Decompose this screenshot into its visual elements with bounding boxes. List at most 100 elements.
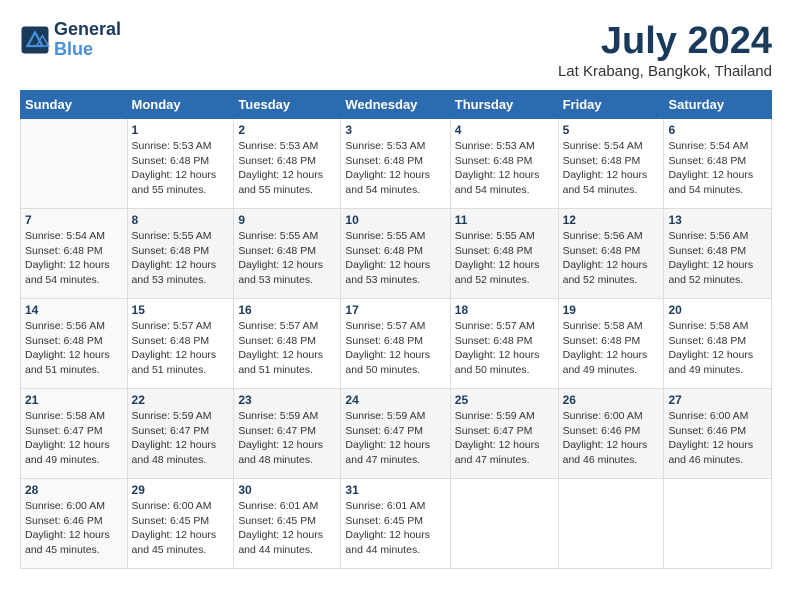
day-info: Sunrise: 5:57 AM Sunset: 6:48 PM Dayligh… <box>132 319 230 378</box>
day-number: 10 <box>345 213 445 227</box>
weekday-header: Monday <box>127 91 234 119</box>
day-info: Sunrise: 5:57 AM Sunset: 6:48 PM Dayligh… <box>345 319 445 378</box>
day-number: 14 <box>25 303 123 317</box>
day-info: Sunrise: 5:58 AM Sunset: 6:48 PM Dayligh… <box>668 319 767 378</box>
day-number: 13 <box>668 213 767 227</box>
calendar-cell: 19 Sunrise: 5:58 AM Sunset: 6:48 PM Dayli… <box>558 299 664 389</box>
day-number: 4 <box>455 123 554 137</box>
day-number: 12 <box>563 213 660 227</box>
day-info: Sunrise: 5:53 AM Sunset: 6:48 PM Dayligh… <box>455 139 554 198</box>
day-number: 28 <box>25 483 123 497</box>
day-number: 15 <box>132 303 230 317</box>
day-number: 6 <box>668 123 767 137</box>
calendar-cell: 21 Sunrise: 5:58 AM Sunset: 6:47 PM Dayli… <box>21 389 128 479</box>
calendar-cell <box>21 119 128 209</box>
calendar-cell <box>664 479 772 569</box>
day-number: 27 <box>668 393 767 407</box>
day-number: 9 <box>238 213 336 227</box>
calendar-cell: 24 Sunrise: 5:59 AM Sunset: 6:47 PM Dayli… <box>341 389 450 479</box>
day-number: 30 <box>238 483 336 497</box>
day-info: Sunrise: 5:59 AM Sunset: 6:47 PM Dayligh… <box>132 409 230 468</box>
calendar-cell: 12 Sunrise: 5:56 AM Sunset: 6:48 PM Dayli… <box>558 209 664 299</box>
calendar-cell: 29 Sunrise: 6:00 AM Sunset: 6:45 PM Dayli… <box>127 479 234 569</box>
weekday-header: Friday <box>558 91 664 119</box>
title-block: July 2024 Lat Krabang, Bangkok, Thailand <box>558 20 772 80</box>
day-info: Sunrise: 6:01 AM Sunset: 6:45 PM Dayligh… <box>238 499 336 558</box>
day-info: Sunrise: 5:58 AM Sunset: 6:47 PM Dayligh… <box>25 409 123 468</box>
calendar-cell: 2Sunrise: 5:53 AM Sunset: 6:48 PM Daylig… <box>234 119 341 209</box>
day-number: 20 <box>668 303 767 317</box>
day-number: 1 <box>132 123 230 137</box>
calendar-table: SundayMondayTuesdayWednesdayThursdayFrid… <box>20 90 772 569</box>
calendar-cell: 3 Sunrise: 5:53 AM Sunset: 6:48 PM Daylig… <box>341 119 450 209</box>
day-info: Sunrise: 6:00 AM Sunset: 6:45 PM Dayligh… <box>132 499 230 558</box>
day-info: Sunrise: 5:56 AM Sunset: 6:48 PM Dayligh… <box>668 229 767 288</box>
calendar-week-row: 21 Sunrise: 5:58 AM Sunset: 6:47 PM Dayli… <box>21 389 772 479</box>
calendar-cell: 9Sunrise: 5:55 AM Sunset: 6:48 PM Daylig… <box>234 209 341 299</box>
calendar-cell: 5Sunrise: 5:54 AM Sunset: 6:48 PM Daylig… <box>558 119 664 209</box>
day-info: Sunrise: 5:53 AM Sunset: 6:48 PM Dayligh… <box>132 139 230 198</box>
calendar-cell: 8 Sunrise: 5:55 AM Sunset: 6:48 PM Daylig… <box>127 209 234 299</box>
day-info: Sunrise: 5:54 AM Sunset: 6:48 PM Dayligh… <box>25 229 123 288</box>
day-number: 5 <box>563 123 660 137</box>
calendar-cell: 11 Sunrise: 5:55 AM Sunset: 6:48 PM Dayli… <box>450 209 558 299</box>
calendar-cell: 15 Sunrise: 5:57 AM Sunset: 6:48 PM Dayli… <box>127 299 234 389</box>
day-info: Sunrise: 5:59 AM Sunset: 6:47 PM Dayligh… <box>345 409 445 468</box>
day-number: 23 <box>238 393 336 407</box>
logo-icon <box>20 25 50 55</box>
calendar-cell: 25 Sunrise: 5:59 AM Sunset: 6:47 PM Dayli… <box>450 389 558 479</box>
calendar-cell: 16 Sunrise: 5:57 AM Sunset: 6:48 PM Dayli… <box>234 299 341 389</box>
day-number: 11 <box>455 213 554 227</box>
day-number: 18 <box>455 303 554 317</box>
day-info: Sunrise: 5:55 AM Sunset: 6:48 PM Dayligh… <box>132 229 230 288</box>
weekday-header: Sunday <box>21 91 128 119</box>
day-info: Sunrise: 5:56 AM Sunset: 6:48 PM Dayligh… <box>563 229 660 288</box>
calendar-cell: 20 Sunrise: 5:58 AM Sunset: 6:48 PM Dayli… <box>664 299 772 389</box>
day-info: Sunrise: 5:53 AM Sunset: 6:48 PM Dayligh… <box>345 139 445 198</box>
day-number: 3 <box>345 123 445 137</box>
day-number: 26 <box>563 393 660 407</box>
month-title: July 2024 <box>558 20 772 63</box>
calendar-cell: 26 Sunrise: 6:00 AM Sunset: 6:46 PM Dayli… <box>558 389 664 479</box>
calendar-cell: 27 Sunrise: 6:00 AM Sunset: 6:46 PM Dayli… <box>664 389 772 479</box>
calendar-cell <box>450 479 558 569</box>
day-info: Sunrise: 6:00 AM Sunset: 6:46 PM Dayligh… <box>668 409 767 468</box>
weekday-header: Thursday <box>450 91 558 119</box>
day-info: Sunrise: 5:58 AM Sunset: 6:48 PM Dayligh… <box>563 319 660 378</box>
day-number: 19 <box>563 303 660 317</box>
calendar-cell: 7 Sunrise: 5:54 AM Sunset: 6:48 PM Daylig… <box>21 209 128 299</box>
day-number: 7 <box>25 213 123 227</box>
day-number: 17 <box>345 303 445 317</box>
calendar-cell: 10Sunrise: 5:55 AM Sunset: 6:48 PM Dayli… <box>341 209 450 299</box>
calendar-cell: 30 Sunrise: 6:01 AM Sunset: 6:45 PM Dayli… <box>234 479 341 569</box>
day-number: 31 <box>345 483 445 497</box>
day-number: 29 <box>132 483 230 497</box>
calendar-cell: 17 Sunrise: 5:57 AM Sunset: 6:48 PM Dayli… <box>341 299 450 389</box>
day-number: 21 <box>25 393 123 407</box>
day-info: Sunrise: 5:57 AM Sunset: 6:48 PM Dayligh… <box>238 319 336 378</box>
day-number: 8 <box>132 213 230 227</box>
weekday-header: Wednesday <box>341 91 450 119</box>
calendar-cell: 31Sunrise: 6:01 AM Sunset: 6:45 PM Dayli… <box>341 479 450 569</box>
location: Lat Krabang, Bangkok, Thailand <box>558 63 772 80</box>
day-info: Sunrise: 5:55 AM Sunset: 6:48 PM Dayligh… <box>455 229 554 288</box>
calendar-cell: 13 Sunrise: 5:56 AM Sunset: 6:48 PM Dayli… <box>664 209 772 299</box>
logo-text: GeneralBlue <box>54 20 121 60</box>
header-row: SundayMondayTuesdayWednesdayThursdayFrid… <box>21 91 772 119</box>
calendar-cell: 6Sunrise: 5:54 AM Sunset: 6:48 PM Daylig… <box>664 119 772 209</box>
weekday-header: Saturday <box>664 91 772 119</box>
day-number: 25 <box>455 393 554 407</box>
day-number: 16 <box>238 303 336 317</box>
calendar-cell: 18 Sunrise: 5:57 AM Sunset: 6:48 PM Dayli… <box>450 299 558 389</box>
day-info: Sunrise: 6:00 AM Sunset: 6:46 PM Dayligh… <box>25 499 123 558</box>
day-info: Sunrise: 5:59 AM Sunset: 6:47 PM Dayligh… <box>455 409 554 468</box>
calendar-cell <box>558 479 664 569</box>
weekday-header: Tuesday <box>234 91 341 119</box>
calendar-week-row: 7 Sunrise: 5:54 AM Sunset: 6:48 PM Daylig… <box>21 209 772 299</box>
page-header: GeneralBlue July 2024 Lat Krabang, Bangk… <box>20 20 772 80</box>
calendar-cell: 1 Sunrise: 5:53 AM Sunset: 6:48 PM Daylig… <box>127 119 234 209</box>
day-info: Sunrise: 5:57 AM Sunset: 6:48 PM Dayligh… <box>455 319 554 378</box>
day-info: Sunrise: 6:00 AM Sunset: 6:46 PM Dayligh… <box>563 409 660 468</box>
day-number: 24 <box>345 393 445 407</box>
calendar-cell: 14Sunrise: 5:56 AM Sunset: 6:48 PM Dayli… <box>21 299 128 389</box>
